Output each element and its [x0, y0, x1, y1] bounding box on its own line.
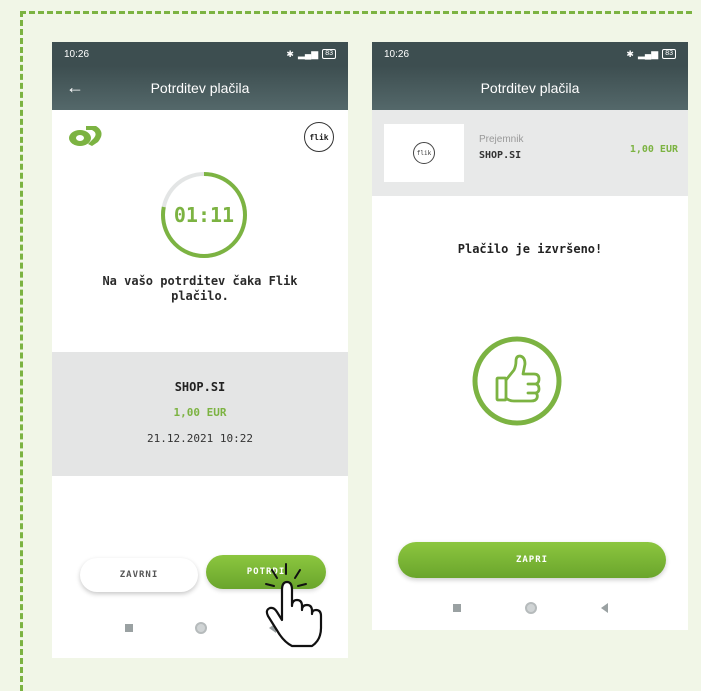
signal-icon: ▂▄▆	[297, 48, 319, 59]
dashed-border-left	[20, 11, 23, 691]
app-header: Potrditev plačila	[372, 66, 688, 110]
android-nav-bar	[372, 602, 688, 614]
phone-screen-success: 10:26 ✱ ▂▄▆ 83 Potrditev plačila flik Pr…	[372, 42, 688, 630]
nav-back-icon[interactable]	[600, 603, 608, 613]
bluetooth-icon: ✱	[286, 48, 294, 59]
hand-pointer-icon	[265, 563, 323, 648]
merchant-name: SHOP.SI	[174, 380, 226, 394]
recent-apps-icon[interactable]	[124, 624, 133, 632]
phone-screen-confirmation: 10:26 ✱ ▂▄▆ 83 ← Potrditev plačila flik …	[52, 42, 348, 658]
app-header: ← Potrditev plačila	[52, 66, 348, 110]
payment-datetime: 21.12.2021 10:22	[147, 432, 253, 445]
status-icons: ✱ ▂▄▆ 83	[286, 49, 336, 60]
payment-amount: 1,00 EUR	[629, 144, 678, 155]
timer-value: 01:11	[173, 203, 235, 227]
flik-icon: flik	[413, 142, 435, 164]
recipient-label: Prejemnik	[479, 134, 524, 145]
payment-amount: 1,00 EUR	[173, 406, 227, 419]
status-time: 10:26	[64, 48, 90, 60]
thumbs-up-icon	[472, 336, 562, 426]
battery-icon: 83	[662, 49, 676, 59]
dashed-border-top	[20, 11, 692, 14]
waiting-message: Na vašo potrditev čaka Flik plačilo.	[102, 274, 298, 303]
close-button[interactable]: ZAPRI	[398, 542, 666, 578]
countdown-timer: 01:11	[157, 168, 251, 262]
recent-apps-icon[interactable]	[452, 604, 461, 612]
home-icon[interactable]	[194, 622, 207, 634]
page-title: Potrditev plačila	[480, 80, 580, 96]
signal-icon: ▂▄▆	[637, 48, 659, 59]
back-arrow-icon[interactable]: ←	[66, 78, 84, 96]
recipient-name: SHOP.SI	[479, 150, 522, 161]
logo-row: flik	[52, 110, 348, 166]
battery-icon: 83	[322, 49, 336, 59]
reject-button[interactable]: ZAVRNI	[80, 558, 198, 592]
brand-logo-icon	[69, 126, 102, 146]
page-title: Potrditev plačila	[150, 80, 250, 96]
home-icon[interactable]	[524, 602, 537, 614]
status-bar: 10:26 ✱ ▂▄▆ 83	[372, 42, 688, 66]
status-icons: ✱ ▂▄▆ 83	[626, 49, 676, 60]
flik-icon: flik	[304, 122, 334, 152]
recipient-panel: flik Prejemnik SHOP.SI 1,00 EUR	[372, 110, 688, 196]
recipient-logo-card: flik	[384, 124, 464, 182]
bluetooth-icon: ✱	[626, 48, 634, 59]
success-message: Plačilo je izvršeno!	[457, 242, 603, 256]
status-bar: 10:26 ✱ ▂▄▆ 83	[52, 42, 348, 66]
status-time: 10:26	[384, 48, 410, 60]
